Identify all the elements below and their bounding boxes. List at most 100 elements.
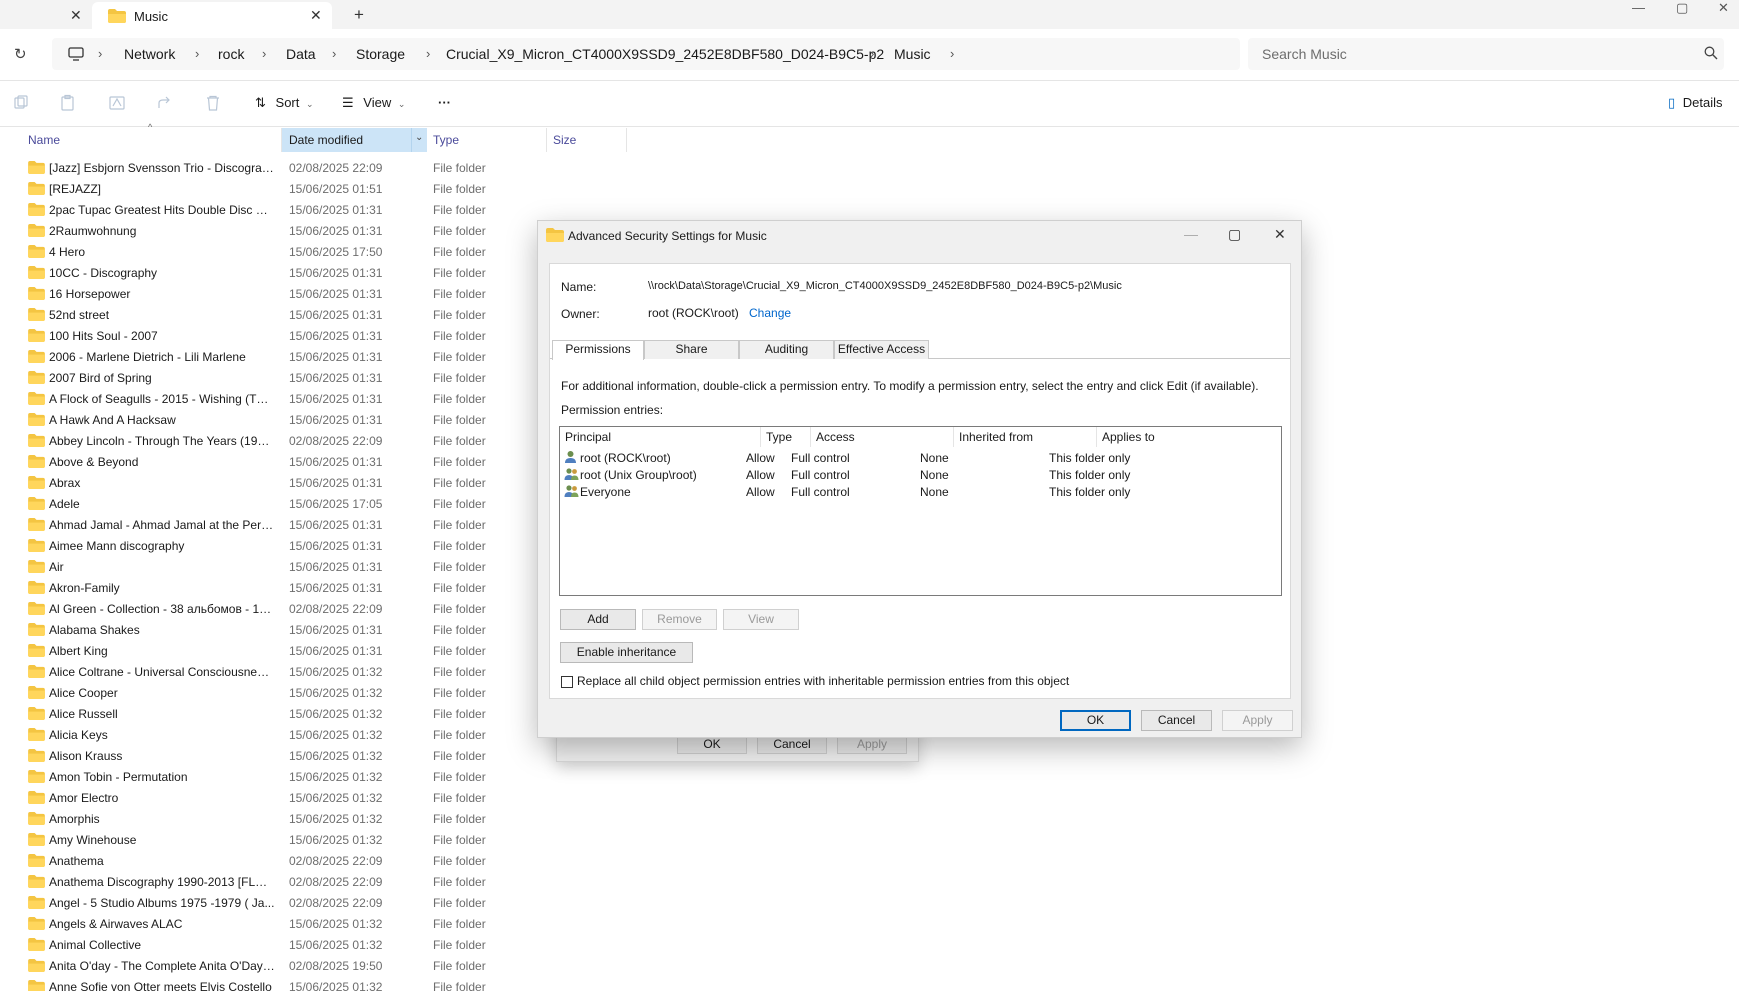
list-item[interactable]: Amorphis 15/06/2025 01:32 File folder — [0, 809, 520, 830]
list-item[interactable]: 4 Hero 15/06/2025 17:50 File folder — [0, 242, 520, 263]
header-inherited-from[interactable]: Inherited from — [954, 427, 1097, 447]
address-bar[interactable]: › Network › rock › Data › Storage › Cruc… — [52, 38, 1240, 70]
tab-share[interactable]: Share — [644, 340, 739, 359]
list-item[interactable]: Anita O'day - The Complete Anita O'Day .… — [0, 956, 520, 977]
share-icon[interactable] — [156, 94, 174, 112]
list-item[interactable]: Amor Electro 15/06/2025 01:32 File folder — [0, 788, 520, 809]
breadcrumb-drive[interactable]: Crucial_X9_Micron_CT4000X9SSD9_2452E8DBF… — [446, 46, 884, 62]
chevron-right-icon[interactable]: › — [332, 46, 336, 61]
apply-button[interactable]: Apply — [1222, 710, 1293, 731]
chevron-right-icon[interactable]: › — [950, 46, 954, 61]
name-value[interactable]: \\rock\Data\Storage\Crucial_X9_Micron_CT… — [648, 280, 1122, 292]
list-item[interactable]: Abrax 15/06/2025 01:31 File folder — [0, 473, 520, 494]
header-access[interactable]: Access — [811, 427, 954, 447]
rename-icon[interactable] — [108, 94, 126, 112]
list-item[interactable]: Adele 15/06/2025 17:05 File folder — [0, 494, 520, 515]
list-item[interactable]: A Hawk And A Hacksaw 15/06/2025 01:31 File… — [0, 410, 520, 431]
search-icon[interactable] — [1704, 46, 1718, 63]
list-item[interactable]: Anne Sofie von Otter meets Elvis Costell… — [0, 977, 520, 991]
chevron-right-icon[interactable]: › — [195, 46, 199, 61]
column-type[interactable]: Type — [433, 133, 459, 147]
column-divider[interactable] — [281, 128, 282, 152]
list-item[interactable]: Above & Beyond 15/06/2025 01:31 File folde… — [0, 452, 520, 473]
refresh-icon[interactable]: ↻ — [14, 45, 27, 63]
list-item[interactable]: 2Raumwohnung 15/06/2025 01:31 File folder — [0, 221, 520, 242]
breadcrumb-music[interactable]: Music — [894, 46, 931, 62]
tab-music[interactable]: Music ✕ — [92, 2, 332, 29]
breadcrumb-network[interactable]: Network — [124, 46, 175, 62]
list-item[interactable]: [REJAZZ] 15/06/2025 01:51 File folder — [0, 179, 520, 200]
chevron-right-icon[interactable]: › — [870, 46, 874, 61]
list-item[interactable]: Anathema 02/08/2025 22:09 File folder — [0, 851, 520, 872]
column-divider[interactable] — [546, 128, 547, 152]
list-item[interactable]: Amon Tobin - Permutation 15/06/2025 01:32… — [0, 767, 520, 788]
list-item[interactable]: Alison Krauss 15/06/2025 01:32 File folder — [0, 746, 520, 767]
list-item[interactable]: 52nd street 15/06/2025 01:31 File folder — [0, 305, 520, 326]
list-item[interactable]: 2pac Tupac Greatest Hits Double Disc FL.… — [0, 200, 520, 221]
list-item[interactable]: Angels & Airwaves ALAC 15/06/2025 01:32 Fi… — [0, 914, 520, 935]
view-button[interactable]: View — [723, 609, 799, 630]
list-item[interactable]: Ahmad Jamal - Ahmad Jamal at the Pers...… — [0, 515, 520, 536]
search-input[interactable]: Search Music — [1248, 38, 1724, 70]
list-item[interactable]: Alice Russell 15/06/2025 01:32 File folder — [0, 704, 520, 725]
cancel-button[interactable]: Cancel — [1141, 710, 1212, 731]
list-item[interactable]: Angel - 5 Studio Albums 1975 -1979 ( Ja.… — [0, 893, 520, 914]
header-principal[interactable]: Principal — [560, 427, 761, 447]
list-item[interactable]: Alicia Keys 15/06/2025 01:32 File folder — [0, 725, 520, 746]
list-item[interactable]: 10CC - Discography 15/06/2025 01:31 File f… — [0, 263, 520, 284]
breadcrumb-storage[interactable]: Storage — [356, 46, 405, 62]
more-options-icon[interactable]: ··· — [438, 95, 451, 110]
list-item[interactable]: [Jazz] Esbjorn Svensson Trio - Discograp… — [0, 158, 520, 179]
column-divider[interactable] — [626, 128, 627, 152]
add-button[interactable]: Add — [560, 609, 636, 630]
chevron-right-icon[interactable]: › — [98, 46, 102, 61]
header-applies-to[interactable]: Applies to — [1097, 427, 1281, 447]
list-item[interactable]: Animal Collective 15/06/2025 01:32 File fo… — [0, 935, 520, 956]
details-button[interactable]: ▯ Details — [1668, 95, 1723, 111]
ok-button[interactable]: OK — [1060, 710, 1131, 731]
tab-auditing[interactable]: Auditing — [739, 340, 834, 359]
change-owner-link[interactable]: Change — [749, 306, 791, 320]
close-icon[interactable]: ✕ — [310, 7, 322, 24]
tab-permissions[interactable]: Permissions — [552, 340, 644, 360]
maximize-icon[interactable]: ▢ — [1676, 0, 1688, 16]
list-item[interactable]: Anathema Discography 1990-2013 [FLAC... 0… — [0, 872, 520, 893]
cut-icon[interactable] — [12, 94, 30, 112]
breadcrumb-rock[interactable]: rock — [218, 46, 244, 62]
list-item[interactable]: 100 Hits Soul - 2007 15/06/2025 01:31 File… — [0, 326, 520, 347]
list-item[interactable]: 2007 Bird of Spring 15/06/2025 01:31 File … — [0, 368, 520, 389]
remove-button[interactable]: Remove — [642, 609, 717, 630]
tab-previous[interactable]: ✕ — [0, 0, 92, 29]
list-item[interactable]: Amy Winehouse 15/06/2025 01:32 File folder — [0, 830, 520, 851]
list-item[interactable]: Aimee Mann discography 15/06/2025 01:31 Fi… — [0, 536, 520, 557]
list-item[interactable]: 2006 - Marlene Dietrich - Lili Marlene 15… — [0, 347, 520, 368]
list-item[interactable]: Air 15/06/2025 01:31 File folder — [0, 557, 520, 578]
breadcrumb-data[interactable]: Data — [286, 46, 316, 62]
close-window-icon[interactable]: ✕ — [1718, 0, 1729, 16]
list-item[interactable]: Alice Coltrane - Universal Consciousness… — [0, 662, 520, 683]
close-icon[interactable]: ✕ — [70, 7, 82, 24]
sort-button[interactable]: ⇅ Sort ⌄ — [255, 95, 314, 111]
list-item[interactable]: 16 Horsepower 15/06/2025 01:31 File folder — [0, 284, 520, 305]
column-name[interactable]: Name — [28, 133, 60, 147]
header-type[interactable]: Type — [761, 427, 811, 447]
computer-icon[interactable] — [68, 46, 84, 65]
copy-icon[interactable] — [59, 94, 77, 112]
tab-effective-access[interactable]: Effective Access — [834, 340, 929, 359]
close-icon[interactable]: ✕ — [1274, 226, 1286, 243]
minimize-icon[interactable]: — — [1632, 0, 1645, 15]
list-item[interactable]: Albert King 15/06/2025 01:31 File folder — [0, 641, 520, 662]
maximize-icon[interactable]: ▢ — [1228, 226, 1241, 243]
list-item[interactable]: Alabama Shakes 15/06/2025 01:31 File folde… — [0, 620, 520, 641]
minimize-icon[interactable]: — — [1184, 226, 1198, 242]
list-item[interactable]: Alice Cooper 15/06/2025 01:32 File folder — [0, 683, 520, 704]
list-item[interactable]: Al Green - Collection - 38 альбомов - 19… — [0, 599, 520, 620]
view-button[interactable]: ☰ View ⌄ — [342, 95, 405, 111]
chevron-right-icon[interactable]: › — [426, 46, 430, 61]
column-date-modified[interactable]: Date modified — [289, 133, 363, 147]
list-item[interactable]: Akron-Family 15/06/2025 01:31 File folder — [0, 578, 520, 599]
column-size[interactable]: Size — [553, 133, 576, 147]
list-item[interactable]: Abbey Lincoln - Through The Years (1956.… — [0, 431, 520, 452]
list-item[interactable]: A Flock of Seagulls - 2015 - Wishing (Th… — [0, 389, 520, 410]
enable-inheritance-button[interactable]: Enable inheritance — [560, 642, 693, 663]
